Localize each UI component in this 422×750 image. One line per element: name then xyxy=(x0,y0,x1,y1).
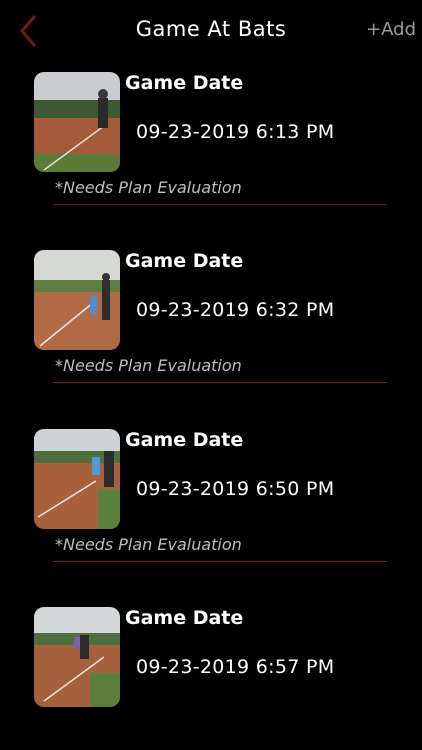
game-date-label: Game Date xyxy=(125,250,244,272)
row-divider xyxy=(53,561,387,562)
video-thumbnail[interactable] xyxy=(34,429,120,529)
evaluation-note: *Needs Plan Evaluation xyxy=(55,356,242,375)
video-thumbnail[interactable] xyxy=(34,72,120,172)
game-datetime: 09-23-2019 6:32 PM xyxy=(136,299,335,321)
at-bats-list: Game Date 09-23-2019 6:13 PM *Needs Plan… xyxy=(0,62,422,750)
list-item[interactable]: Game Date 09-23-2019 6:13 PM *Needs Plan… xyxy=(0,62,422,240)
page-title: Game At Bats xyxy=(135,17,287,41)
game-datetime: 09-23-2019 6:13 PM xyxy=(136,121,335,143)
video-thumbnail[interactable] xyxy=(34,607,120,707)
list-item[interactable]: Game Date 09-23-2019 6:57 PM xyxy=(0,597,422,750)
row-divider xyxy=(53,382,387,383)
evaluation-note: *Needs Plan Evaluation xyxy=(55,178,242,197)
game-datetime: 09-23-2019 6:57 PM xyxy=(136,656,335,678)
game-datetime: 09-23-2019 6:50 PM xyxy=(136,478,335,500)
game-date-label: Game Date xyxy=(125,607,244,629)
add-button[interactable]: +Add xyxy=(366,19,416,40)
game-date-label: Game Date xyxy=(125,429,244,451)
row-divider xyxy=(53,204,387,205)
video-thumbnail[interactable] xyxy=(34,250,120,350)
evaluation-note: *Needs Plan Evaluation xyxy=(55,535,242,554)
navigation-bar: Game At Bats +Add xyxy=(0,0,422,62)
game-date-label: Game Date xyxy=(125,72,244,94)
list-item[interactable]: Game Date 09-23-2019 6:32 PM *Needs Plan… xyxy=(0,240,422,418)
list-item[interactable]: Game Date 09-23-2019 6:50 PM *Needs Plan… xyxy=(0,419,422,597)
